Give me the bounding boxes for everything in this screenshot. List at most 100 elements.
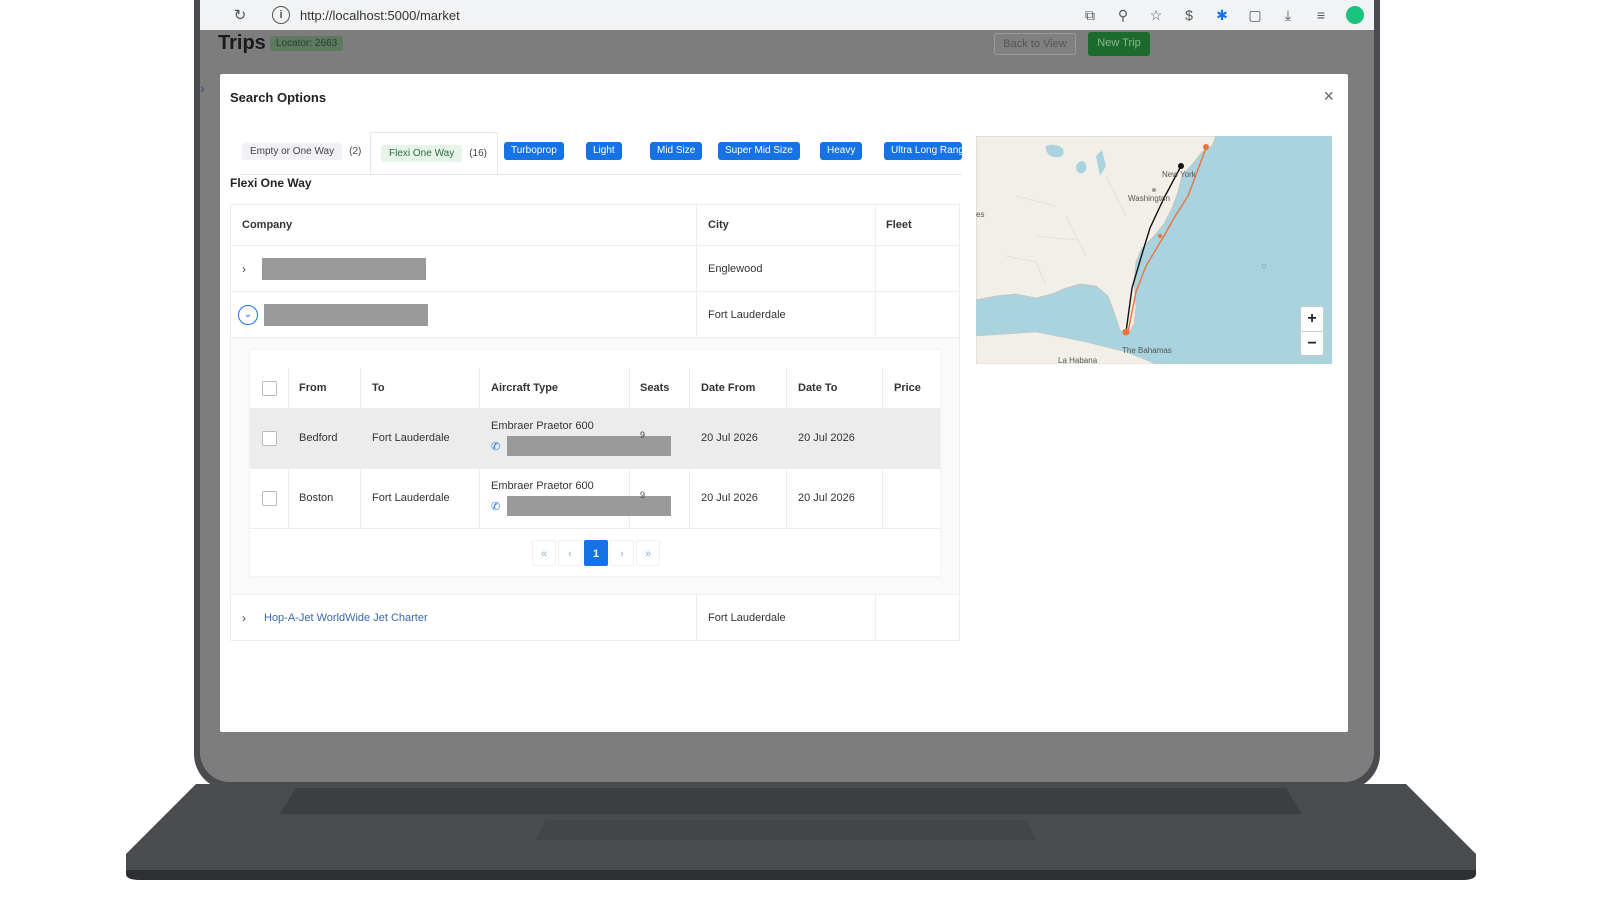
table-header: Company City Fleet — [230, 204, 960, 246]
column-header-company[interactable]: Company — [242, 205, 292, 245]
puzzle-extension-icon[interactable]: ✱ — [1214, 7, 1230, 23]
page-button-current[interactable]: 1 — [584, 540, 608, 566]
reload-icon[interactable]: ↻ — [230, 6, 250, 24]
company-name-link[interactable]: Hop-A-Jet WorldWide Jet Charter — [264, 612, 428, 624]
new-trip-button[interactable]: New Trip — [1088, 32, 1150, 56]
close-icon[interactable]: × — [1323, 86, 1334, 107]
tab-empty-or-one-way[interactable]: Empty or One Way (2) — [242, 140, 361, 162]
filter-light[interactable]: Light — [586, 142, 622, 160]
map-label-new-york: New York — [1162, 170, 1196, 179]
flight-from: Boston — [299, 492, 334, 504]
extension-s-icon[interactable]: $ — [1181, 7, 1197, 23]
flight-date-from: 20 Jul 2026 — [701, 492, 758, 504]
last-page-button[interactable]: » — [636, 540, 660, 566]
flight-seats: 9 — [640, 430, 646, 440]
redacted-company-name — [262, 257, 426, 280]
company-table: Company City Fleet › Englewood ⌄ Fort La… — [230, 204, 960, 641]
section-title: Flexi One Way — [230, 176, 312, 190]
table-row[interactable]: › Englewood — [230, 246, 960, 292]
tab-count: (2) — [349, 145, 362, 157]
zoom-icon[interactable]: ⚲ — [1115, 7, 1131, 23]
map-label-havana: La Habana — [1058, 356, 1098, 364]
column-header-from[interactable]: From — [299, 368, 327, 408]
modal-title: Search Options — [230, 90, 327, 105]
next-page-button[interactable]: › — [610, 540, 634, 566]
map-canvas — [976, 136, 1267, 364]
table-row[interactable]: › Hop-A-Jet WorldWide Jet Charter Fort L… — [230, 595, 960, 641]
app-background: Trips Locator: 2663 Back to View New Tri… — [200, 30, 1374, 782]
row-checkbox[interactable] — [262, 430, 277, 446]
select-all-checkbox[interactable] — [262, 380, 277, 396]
column-header-fleet[interactable]: Fleet — [886, 205, 912, 245]
laptop-base — [126, 784, 1476, 884]
flight-from: Bedford — [299, 432, 338, 444]
browser-toolbar: ↻ i http://localhost:5000/market ⧉ ⚲ ☆ $… — [200, 0, 1374, 30]
address-bar[interactable]: http://localhost:5000/market — [300, 8, 460, 23]
flight-date-from: 20 Jul 2026 — [701, 432, 758, 444]
company-city: Fort Lauderdale — [708, 611, 786, 624]
phone-icon[interactable]: ✆ — [491, 440, 503, 453]
table-row[interactable]: ⌄ Fort Lauderdale — [230, 292, 960, 338]
page-title: Trips — [218, 32, 266, 54]
flights-table: From To Aircraft Type Seats Date From Da… — [250, 350, 940, 576]
column-header-seats[interactable]: Seats — [640, 368, 669, 408]
tab-label: Empty or One Way — [242, 142, 343, 160]
table-row[interactable]: Bedford Fort Lauderdale Embraer Praetor … — [250, 408, 940, 469]
chevron-down-icon[interactable]: ⌄ — [238, 304, 258, 325]
back-to-view-button[interactable]: Back to View — [994, 33, 1076, 55]
table-row[interactable]: Boston Fort Lauderdale Embraer Praetor 6… — [250, 468, 940, 529]
map-label-partial: es — [976, 210, 985, 219]
tab-icon[interactable]: ▢ — [1247, 7, 1263, 23]
download-icon[interactable]: ⤓ — [1280, 7, 1296, 23]
bookmark-star-icon[interactable]: ☆ — [1148, 7, 1164, 23]
aircraft-type: Embraer Praetor 600 — [491, 420, 594, 432]
company-city: Englewood — [708, 262, 763, 275]
map-zoom-control: + − — [1300, 306, 1324, 356]
map-label-bahamas: The Bahamas — [1122, 346, 1172, 355]
phone-icon[interactable]: ✆ — [491, 500, 503, 513]
flight-to: Fort Lauderdale — [372, 432, 450, 444]
aircraft-type: Embraer Praetor 600 — [491, 480, 594, 492]
tab-label: Flexi One Way — [381, 144, 463, 162]
filter-turboprop[interactable]: Turboprop — [504, 142, 564, 160]
zoom-out-button[interactable]: − — [1301, 332, 1323, 356]
cast-icon[interactable]: ⧉ — [1082, 7, 1098, 23]
laptop-screen: ↻ i http://localhost:5000/market ⧉ ⚲ ☆ $… — [200, 0, 1374, 782]
chevron-right-icon[interactable]: › — [242, 262, 256, 276]
column-header-date-from[interactable]: Date From — [701, 368, 755, 408]
expanded-flights-panel: From To Aircraft Type Seats Date From Da… — [230, 338, 960, 595]
tab-count: (16) — [469, 147, 487, 159]
previous-page-button[interactable]: ‹ — [558, 540, 582, 566]
column-header-price[interactable]: Price — [894, 368, 921, 408]
filter-heavy[interactable]: Heavy — [820, 142, 863, 160]
redacted-contact — [507, 436, 671, 456]
row-checkbox[interactable] — [262, 490, 277, 506]
pagination: « ‹ 1 › » — [532, 540, 660, 566]
company-city: Fort Lauderdale — [708, 308, 786, 321]
filter-super-mid-size[interactable]: Super Mid Size — [718, 142, 800, 160]
flights-table-header: From To Aircraft Type Seats Date From Da… — [250, 368, 940, 409]
column-header-aircraft-type[interactable]: Aircraft Type — [491, 368, 558, 408]
chevron-right-icon[interactable]: › — [242, 611, 256, 625]
map-label-washington: Washington — [1128, 194, 1170, 203]
column-header-city[interactable]: City — [708, 205, 729, 245]
filter-mid-size[interactable]: Mid Size — [650, 142, 703, 160]
column-header-date-to[interactable]: Date To — [798, 368, 838, 408]
reading-list-icon[interactable]: ≡ — [1313, 7, 1329, 23]
filter-ultra-long-range[interactable]: Ultra Long Rang — [884, 142, 962, 160]
first-page-button[interactable]: « — [532, 540, 556, 566]
browser-tools: ⧉ ⚲ ☆ $ ✱ ▢ ⤓ ≡ — [1082, 0, 1364, 30]
search-options-modal: Search Options × Empty or One Way (2) Fl… — [220, 74, 1348, 732]
flight-date-to: 20 Jul 2026 — [798, 432, 855, 444]
tab-flexi-one-way[interactable]: Flexi One Way (16) — [370, 132, 498, 174]
trip-type-tabs: Empty or One Way (2) Flexi One Way (16) … — [240, 132, 962, 175]
info-icon[interactable]: i — [272, 6, 290, 24]
sidebar-toggle-icon[interactable]: › — [200, 80, 205, 96]
redacted-contact — [507, 496, 671, 516]
route-map[interactable]: New York Washington The Bahamas La Haban… — [976, 136, 1332, 364]
profile-avatar[interactable] — [1346, 6, 1364, 24]
column-header-to[interactable]: To — [372, 368, 385, 408]
zoom-in-button[interactable]: + — [1301, 307, 1323, 332]
flight-to: Fort Lauderdale — [372, 492, 450, 504]
redacted-company-name — [264, 303, 428, 326]
